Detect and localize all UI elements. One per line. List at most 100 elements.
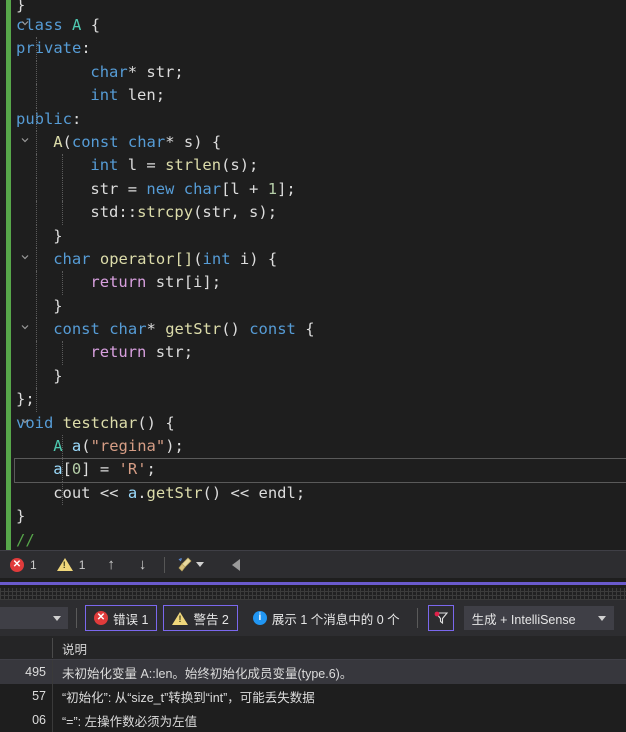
code-line[interactable]: } bbox=[0, 0, 626, 14]
code-line-text: A(const char* s) { bbox=[53, 133, 221, 151]
error-list-toolbar[interactable]: ✕ 错误 1 警告 2 i 展示 1 个消息中的 0 个 生成 + Intell… bbox=[0, 600, 626, 636]
warning-count-indicator[interactable]: 1 bbox=[47, 552, 96, 578]
code-token: ] = bbox=[81, 460, 119, 479]
code-line[interactable]: }; bbox=[0, 388, 626, 412]
toolbar-divider bbox=[76, 608, 77, 628]
code-line[interactable]: cout << a.getStr() << endl; bbox=[0, 481, 626, 506]
code-token: ( bbox=[62, 132, 72, 151]
code-token: ; bbox=[146, 460, 156, 479]
code-line[interactable]: A a("regina"); bbox=[0, 435, 626, 459]
code-line[interactable]: const char* getStr() const { bbox=[0, 318, 626, 342]
code-line[interactable]: char operator[](int i) { bbox=[0, 247, 626, 272]
code-token: public bbox=[16, 109, 72, 128]
code-token: strlen bbox=[165, 156, 222, 175]
code-line[interactable]: a[0] = 'R'; bbox=[0, 458, 626, 484]
code-line[interactable]: } bbox=[0, 364, 626, 389]
broom-icon[interactable] bbox=[171, 557, 210, 573]
code-token: // bbox=[16, 530, 35, 547]
code-line-text: A a("regina"); bbox=[53, 437, 184, 455]
indent-guide bbox=[62, 177, 63, 202]
code-token: ( bbox=[193, 249, 203, 268]
error-code: 495 bbox=[25, 665, 46, 679]
code-line[interactable]: return str[i]; bbox=[0, 271, 626, 295]
code-line-text: } bbox=[16, 0, 25, 14]
error-count-indicator[interactable]: ✕ 1 bbox=[0, 552, 47, 578]
triangle-left-icon[interactable] bbox=[232, 558, 241, 571]
code-token: str; bbox=[146, 343, 194, 362]
fold-chevron-icon[interactable] bbox=[20, 252, 30, 262]
error-message: “=”: 左操作数必须为左值 bbox=[62, 714, 198, 729]
code-token: new bbox=[146, 179, 175, 198]
code-token: () bbox=[221, 320, 250, 339]
code-line[interactable]: str = new char[l + 1]; bbox=[0, 177, 626, 202]
code-line[interactable]: int l = strlen(s); bbox=[0, 154, 626, 178]
fold-chevron-icon[interactable] bbox=[20, 322, 30, 332]
indent-guide bbox=[36, 247, 37, 272]
code-line[interactable]: void testchar() { bbox=[0, 412, 626, 435]
code-token: str[i]; bbox=[146, 273, 222, 292]
code-line[interactable]: } bbox=[0, 224, 626, 248]
indent-guide bbox=[36, 364, 37, 389]
chevron-down-icon[interactable] bbox=[597, 615, 606, 621]
code-token: l = bbox=[118, 156, 166, 175]
code-line[interactable]: class A { bbox=[0, 14, 626, 37]
code-line[interactable]: } bbox=[0, 505, 626, 528]
code-token: const bbox=[71, 132, 119, 151]
fold-chevron-icon[interactable] bbox=[20, 18, 30, 28]
code-line[interactable]: char* str; bbox=[0, 60, 626, 85]
arrow-up-icon[interactable]: ↑ bbox=[95, 556, 127, 573]
code-line[interactable]: A(const char* s) { bbox=[0, 130, 626, 155]
code-token: int bbox=[90, 86, 119, 105]
warnings-filter-toggle[interactable]: 警告 2 bbox=[163, 605, 238, 631]
code-token: : bbox=[72, 109, 82, 128]
indent-guide bbox=[36, 388, 37, 412]
errors-filter-toggle[interactable]: ✕ 错误 1 bbox=[85, 605, 158, 631]
filter-funnel-icon[interactable] bbox=[427, 605, 454, 631]
code-token: { bbox=[81, 16, 101, 34]
code-line[interactable]: std::strcpy(str, s); bbox=[0, 201, 626, 225]
chevron-down-icon[interactable] bbox=[196, 562, 205, 567]
table-row[interactable]: 495 未初始化变量 A::len。始终初始化成员变量(type.6)。 bbox=[0, 660, 626, 684]
code-token: . bbox=[137, 483, 147, 502]
code-line[interactable]: int len; bbox=[0, 84, 626, 108]
error-list-panel[interactable]: ✕ 错误 1 警告 2 i 展示 1 个消息中的 0 个 生成 + Intell… bbox=[0, 600, 626, 732]
indent-guide bbox=[36, 201, 37, 225]
warning-triangle-icon bbox=[172, 611, 189, 625]
scope-combo-partial[interactable] bbox=[0, 607, 68, 629]
code-line[interactable]: // bbox=[0, 529, 626, 547]
arrow-down-icon[interactable]: ↓ bbox=[127, 556, 159, 573]
editor-status-toolbar[interactable]: ✕ 1 1 ↑ ↓ bbox=[0, 550, 626, 578]
code-line-text: char operator[](int i) { bbox=[53, 250, 277, 268]
code-token: } bbox=[53, 366, 63, 385]
code-token: char bbox=[90, 62, 128, 81]
chevron-down-icon[interactable] bbox=[53, 615, 61, 621]
code-token: 0 bbox=[71, 460, 82, 479]
fold-chevron-icon[interactable] bbox=[20, 416, 30, 426]
code-text-area[interactable]: } class A {private: char* str; int len; publ… bbox=[0, 0, 626, 550]
fold-chevron-icon[interactable] bbox=[20, 135, 30, 145]
column-header-description[interactable]: 说明 bbox=[62, 639, 87, 658]
code-line-text: void testchar() { bbox=[16, 414, 175, 432]
code-editor[interactable]: } class A {private: char* str; int len; publ… bbox=[0, 0, 626, 550]
build-scope-dropdown[interactable]: 生成 + IntelliSense bbox=[463, 606, 614, 630]
code-line-text: // bbox=[16, 531, 35, 547]
messages-filter-toggle[interactable]: i 展示 1 个消息中的 0 个 bbox=[243, 605, 409, 631]
table-row[interactable]: 57 “初始化”: 从“size_t”转换到“int”，可能丢失数据 bbox=[0, 684, 626, 708]
column-divider bbox=[52, 660, 53, 684]
warning-triangle-icon bbox=[56, 558, 73, 571]
code-token: } bbox=[16, 507, 26, 526]
code-token: (str, s); bbox=[193, 203, 278, 222]
dotted-texture-strip bbox=[0, 588, 626, 600]
table-row[interactable]: 06 “=”: 左操作数必须为左值 bbox=[0, 708, 626, 732]
code-line[interactable]: } bbox=[0, 294, 626, 319]
code-line[interactable]: private: bbox=[0, 37, 626, 61]
code-line-text: return str[i]; bbox=[90, 273, 221, 291]
messages-filter-label: 展示 1 个消息中的 0 个 bbox=[271, 612, 400, 627]
code-line[interactable]: return str; bbox=[0, 341, 626, 365]
code-token: char bbox=[183, 179, 222, 198]
code-line[interactable]: public: bbox=[0, 107, 626, 131]
indent-guide bbox=[36, 318, 37, 342]
code-line-text: } bbox=[53, 227, 62, 245]
